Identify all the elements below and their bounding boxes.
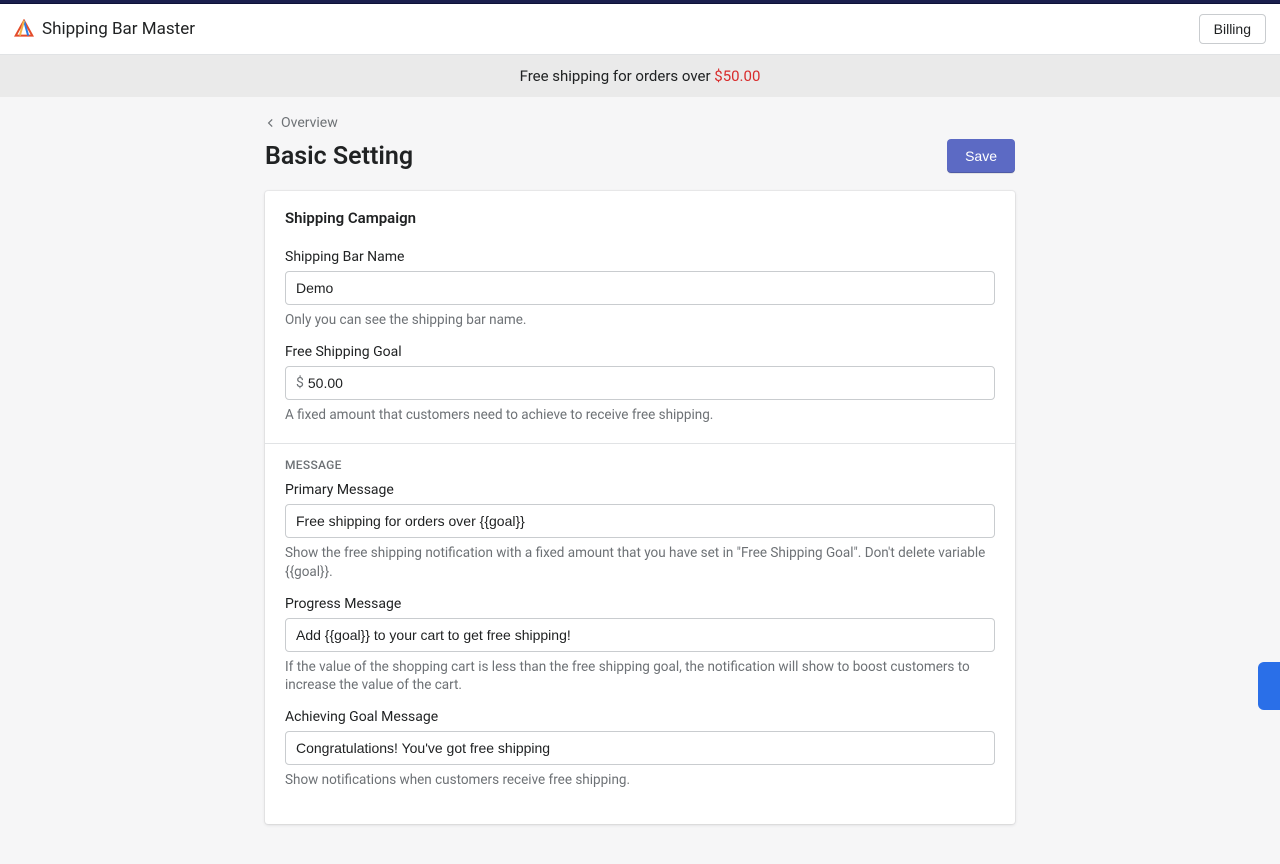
- save-button[interactable]: Save: [947, 139, 1015, 173]
- billing-button[interactable]: Billing: [1199, 14, 1266, 44]
- label-shipping-bar-name: Shipping Bar Name: [285, 249, 995, 265]
- help-free-shipping-goal: A fixed amount that customers need to ac…: [285, 406, 995, 425]
- field-achieving-message: Achieving Goal Message Show notification…: [285, 709, 995, 790]
- app-title: Shipping Bar Master: [42, 19, 1199, 39]
- card-title: Shipping Campaign: [285, 209, 995, 227]
- label-achieving-message: Achieving Goal Message: [285, 709, 995, 725]
- field-primary-message: Primary Message Show the free shipping n…: [285, 482, 995, 582]
- shipping-campaign-card: Shipping Campaign Shipping Bar Name Only…: [265, 191, 1015, 824]
- help-primary-message: Show the free shipping notification with…: [285, 544, 995, 582]
- input-progress-message[interactable]: [285, 618, 995, 652]
- chevron-left-icon: [265, 117, 277, 129]
- free-shipping-banner: Free shipping for orders over $50.00: [0, 55, 1280, 97]
- banner-price: $50.00: [714, 67, 760, 85]
- help-shipping-bar-name: Only you can see the shipping bar name.: [285, 311, 995, 330]
- app-logo-icon: [14, 19, 34, 39]
- section-divider: [265, 443, 1015, 444]
- message-section-label: MESSAGE: [285, 458, 995, 472]
- field-progress-message: Progress Message If the value of the sho…: [285, 596, 995, 696]
- breadcrumb-label: Overview: [281, 115, 338, 131]
- input-primary-message[interactable]: [285, 504, 995, 538]
- label-free-shipping-goal: Free Shipping Goal: [285, 344, 995, 360]
- page-title: Basic Setting: [265, 142, 413, 171]
- label-progress-message: Progress Message: [285, 596, 995, 612]
- input-group-goal[interactable]: $: [285, 366, 995, 400]
- breadcrumb-overview[interactable]: Overview: [265, 115, 338, 131]
- field-free-shipping-goal: Free Shipping Goal $ A fixed amount that…: [285, 344, 995, 425]
- banner-text: Free shipping for orders over: [520, 67, 715, 85]
- currency-prefix: $: [296, 375, 304, 391]
- input-shipping-bar-name[interactable]: [285, 271, 995, 305]
- help-achieving-message: Show notifications when customers receiv…: [285, 771, 995, 790]
- chat-widget-icon[interactable]: [1258, 662, 1280, 710]
- page-header: Basic Setting Save: [265, 139, 1015, 173]
- input-achieving-message[interactable]: [285, 731, 995, 765]
- label-primary-message: Primary Message: [285, 482, 995, 498]
- appbar: Shipping Bar Master Billing: [0, 4, 1280, 55]
- input-free-shipping-goal[interactable]: [308, 367, 984, 399]
- help-progress-message: If the value of the shopping cart is les…: [285, 658, 995, 696]
- field-shipping-bar-name: Shipping Bar Name Only you can see the s…: [285, 249, 995, 330]
